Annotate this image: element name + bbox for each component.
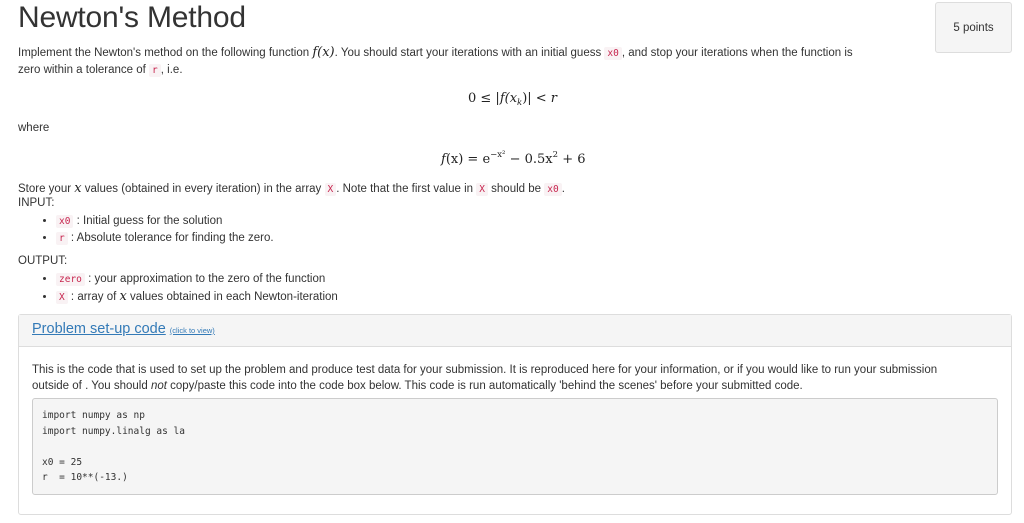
x0-code: x0 — [56, 215, 74, 228]
input-desc: : Initial guess for the solution — [73, 215, 223, 227]
emphasis-not: not — [150, 380, 167, 392]
input-desc: : Absolute tolerance for finding the zer… — [67, 232, 274, 244]
eq-part: (x — [504, 91, 518, 106]
tolerance-equation: 0 ≤ |f(xk)| < r — [468, 91, 557, 108]
X-code: X — [56, 291, 68, 304]
output-item: X : array of x values obtained in each N… — [56, 288, 338, 306]
eq-part: r — [550, 91, 558, 106]
output-label: OUTPUT: — [18, 255, 68, 267]
where-label: where — [18, 122, 50, 134]
r-code: r — [149, 64, 161, 77]
code-line: import numpy.linalg as la — [42, 425, 185, 437]
intro-text: , i.e. — [160, 64, 183, 76]
function-equation: f(x) = e−x² − 0.5x2 + 6 — [441, 150, 586, 167]
output-desc: values obtained in each Newton-iteration — [126, 291, 338, 303]
output-item: zero : your approximation to the zero of… — [56, 271, 338, 288]
r-code: r — [56, 232, 68, 245]
input-label: INPUT: — [18, 197, 55, 209]
input-item: r : Absolute tolerance for finding the z… — [56, 230, 274, 247]
store-text: values (obtained in every iteration) in … — [81, 183, 325, 195]
x0-code: x0 — [604, 47, 622, 60]
store-text: should be — [487, 183, 545, 195]
page-title: Newton's Method — [18, 1, 246, 34]
points-label: 5 points — [953, 21, 994, 34]
zero-code: zero — [56, 273, 85, 286]
panel-body: This is the code that is used to set up … — [19, 347, 1011, 510]
store-paragraph: Store your x values (obtained in every i… — [18, 180, 565, 198]
eq-part: − 0.5x — [505, 152, 553, 167]
click-to-view-link[interactable]: (click to view) — [170, 326, 215, 335]
eq-part: −x² — [490, 150, 506, 160]
code-line: r = 10**(-13.) — [42, 472, 128, 483]
eq-part: )| < — [522, 91, 551, 106]
panel-heading[interactable]: Problem set-up code (click to view) — [19, 315, 1011, 347]
description-text: outside of . You should — [32, 380, 151, 392]
intro-paragraph: Implement the Newton's method on the fol… — [18, 44, 853, 79]
eq-part: (x) = e — [445, 152, 491, 167]
store-text: . — [561, 183, 565, 195]
description-text: copy/paste this code into the code box b… — [166, 380, 803, 392]
intro-text: Implement the Newton's method on the fol… — [18, 47, 313, 59]
eq-part: + 6 — [558, 152, 586, 167]
function-symbol: f(x) — [312, 45, 335, 60]
intro-text: , and stop your iterations when the func… — [621, 47, 853, 59]
points-badge: 5 points — [935, 2, 1012, 53]
input-item: x0 : Initial guess for the solution — [56, 213, 274, 230]
output-desc: : array of — [67, 291, 120, 303]
code-line: import numpy as np — [42, 410, 145, 421]
eq-part: 0 ≤ | — [468, 91, 500, 106]
intro-text: . You should start your iterations with … — [334, 47, 605, 59]
code-line: x0 = 25 — [42, 456, 83, 468]
setup-code-link[interactable]: Problem set-up code — [32, 321, 166, 337]
intro-text: zero within a tolerance of — [18, 64, 150, 76]
X-code: X — [324, 183, 337, 196]
setup-description: This is the code that is used to set up … — [32, 362, 1002, 394]
x-var: x — [119, 289, 127, 304]
output-list: zero : your approximation to the zero of… — [18, 271, 338, 306]
store-text: Store your — [18, 183, 75, 195]
x0-code: x0 — [544, 183, 562, 196]
input-list: x0 : Initial guess for the solution r : … — [18, 213, 274, 247]
setup-code-block: import numpy as np import numpy.linalg a… — [32, 398, 998, 495]
x-var: x — [74, 181, 82, 196]
X-code: X — [476, 183, 488, 196]
setup-code-panel: Problem set-up code (click to view) This … — [18, 314, 1012, 515]
store-text: . Note that the first value in — [336, 183, 477, 195]
description-text: This is the code that is used to set up … — [32, 364, 938, 376]
output-desc: : your approximation to the zero of the … — [84, 273, 326, 285]
